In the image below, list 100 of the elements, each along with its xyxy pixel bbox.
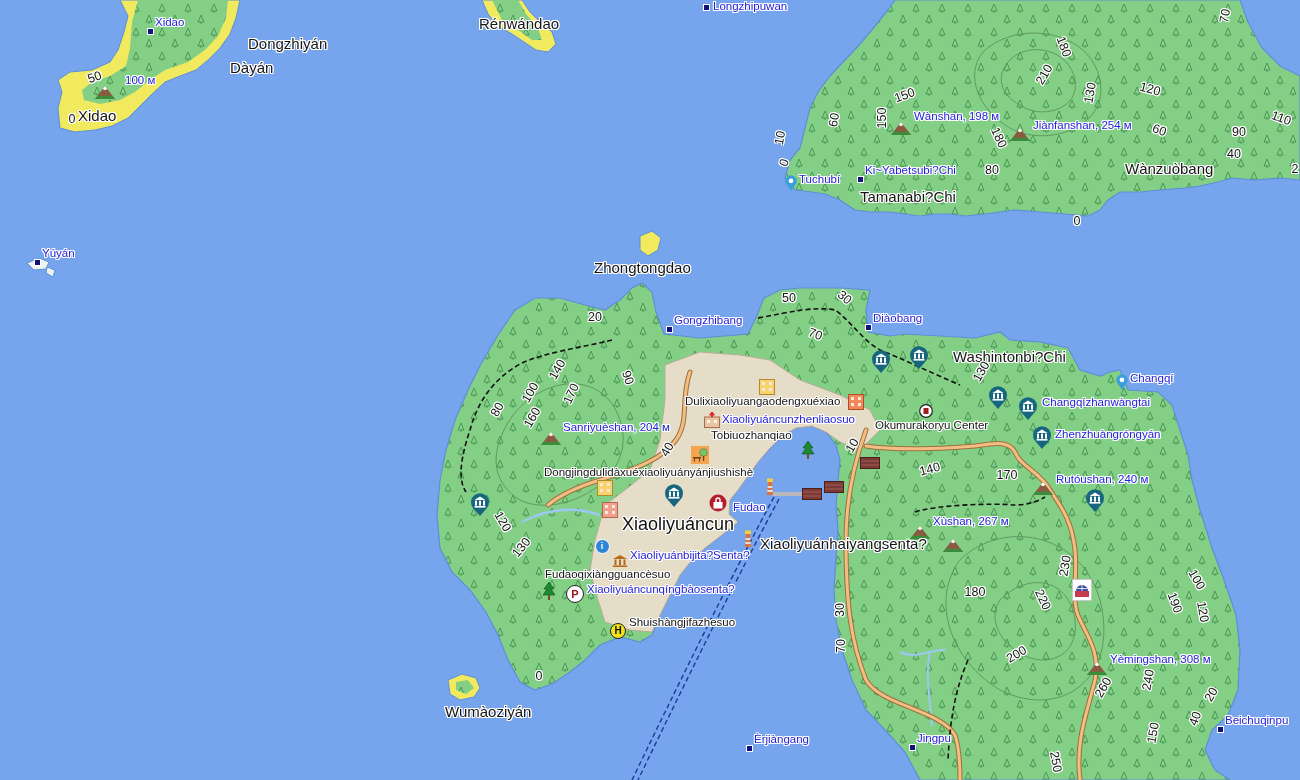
place-name: Èrjiàngang bbox=[754, 733, 809, 747]
place-name: Yúyán bbox=[42, 247, 75, 261]
contour-label: 2 bbox=[1291, 163, 1299, 177]
museum-pin-icon bbox=[470, 492, 490, 516]
contour-label: 240 bbox=[1140, 668, 1158, 692]
contour-label: 120 bbox=[1193, 600, 1211, 624]
place-name: Jingpu bbox=[917, 732, 951, 746]
square-marker-icon bbox=[908, 743, 916, 751]
lighthouse-icon bbox=[764, 477, 776, 495]
poi-label: Zhenzhuàngróngyán bbox=[1055, 428, 1161, 442]
mountain-icon bbox=[1010, 127, 1030, 141]
contour-label: 70 bbox=[835, 639, 849, 653]
contour-label: 30 bbox=[834, 288, 854, 308]
square-marker-icon bbox=[1216, 725, 1224, 733]
peak-label: Sanriyuèshan, 204 м bbox=[563, 421, 670, 435]
poi-label: Shuishàngjifazhesuo bbox=[629, 616, 736, 630]
square-marker-icon bbox=[745, 744, 753, 752]
place-name: Xidao bbox=[155, 16, 185, 30]
warehouse-icon bbox=[824, 481, 844, 493]
contour-label: 80 bbox=[488, 400, 508, 420]
contour-label: 110 bbox=[1269, 109, 1293, 129]
poi-label: Fudao bbox=[733, 501, 766, 515]
mountain-icon bbox=[910, 525, 930, 539]
contour-label: 230 bbox=[1057, 554, 1075, 578]
contour-label: 40 bbox=[1187, 710, 1205, 728]
mountain-icon bbox=[891, 121, 911, 135]
contour-label: 0 bbox=[777, 157, 793, 169]
hospital-icon bbox=[704, 412, 720, 428]
building-icon bbox=[597, 480, 613, 496]
contour-label: 100 bbox=[519, 380, 543, 406]
place-name: Rénwándao bbox=[479, 15, 560, 33]
contour-label: 60 bbox=[827, 111, 843, 129]
museum-pin-icon bbox=[909, 345, 929, 369]
contour-label: 130 bbox=[1082, 81, 1100, 105]
place-name: Longzhipuwan bbox=[713, 0, 788, 14]
mountain-icon bbox=[943, 538, 963, 552]
tree-icon bbox=[543, 582, 555, 600]
place-name: Ki~Yabetsubi?Chi bbox=[865, 164, 956, 178]
peak-label: Wànshan, 198 м bbox=[914, 110, 1000, 124]
peak-label: Rutóushan, 240 м bbox=[1056, 473, 1149, 487]
place-name: Wumàoziyán bbox=[445, 703, 532, 721]
poi-label: Tobiuozhanqiao bbox=[711, 429, 792, 443]
peak-label: 100 м bbox=[125, 74, 156, 88]
contour-label: 170 bbox=[561, 381, 583, 407]
contour-label: 210 bbox=[1033, 62, 1057, 88]
poi-label: Changqízhanwàngtai bbox=[1042, 396, 1151, 410]
contour-label: 140 bbox=[918, 460, 942, 480]
square-marker-icon bbox=[864, 323, 872, 331]
poi-label: Okumurakoryu Center bbox=[875, 419, 989, 433]
contour-label: 20 bbox=[1202, 685, 1222, 705]
lighthouse-icon bbox=[742, 529, 754, 547]
mountain-icon bbox=[1087, 661, 1107, 675]
contour-label: 100 bbox=[1184, 567, 1208, 593]
contour-label: 140 bbox=[546, 357, 570, 383]
contour-label: 30 bbox=[834, 603, 848, 617]
museum-pin-icon bbox=[871, 349, 891, 373]
contour-label: 40 bbox=[1227, 148, 1241, 162]
contour-label: 0 bbox=[68, 113, 76, 127]
peak-label: Xùshan, 267 м bbox=[933, 515, 1009, 529]
contour-label: 260 bbox=[1092, 675, 1116, 701]
peak-label: Jiànfanshan, 254 м bbox=[1033, 119, 1132, 133]
building-icon bbox=[759, 379, 775, 395]
museum-icon bbox=[613, 555, 627, 567]
park-icon bbox=[691, 446, 709, 464]
observatory-icon bbox=[1072, 579, 1092, 601]
mountain-icon bbox=[95, 85, 115, 99]
poi-label: Xiaoliyuáncunzhenliaosuo bbox=[722, 413, 855, 427]
poi-label: Fudaoqixiàngguancèsuo bbox=[545, 568, 671, 582]
building-icon bbox=[848, 394, 864, 410]
contour-label: 180 bbox=[964, 586, 986, 600]
contour-label: 250 bbox=[1046, 750, 1064, 774]
contour-label: 220 bbox=[1031, 587, 1053, 613]
contour-label: 70 bbox=[1218, 7, 1234, 25]
mountain-icon bbox=[541, 431, 561, 445]
contour-label: 150 bbox=[892, 85, 918, 107]
padlock-icon bbox=[709, 494, 727, 512]
contour-label: 120 bbox=[490, 509, 514, 535]
contour-label: 50 bbox=[782, 292, 796, 306]
square-marker-icon bbox=[146, 27, 154, 35]
place-name: Tamanabi?Chi bbox=[860, 188, 956, 206]
museum-pin-icon bbox=[1085, 488, 1105, 512]
warehouse-icon bbox=[860, 457, 880, 469]
place-name: Zhongtongdao bbox=[594, 259, 691, 277]
contour-label: 40 bbox=[658, 440, 678, 460]
contour-label: 190 bbox=[1163, 590, 1185, 616]
contour-label: 90 bbox=[1232, 126, 1246, 140]
island bbox=[639, 230, 662, 257]
contour-label: 150 bbox=[1145, 721, 1163, 745]
square-marker-icon bbox=[33, 258, 41, 266]
museum-pin-icon bbox=[1032, 425, 1052, 449]
square-marker-icon bbox=[856, 175, 864, 183]
contour-label: 70 bbox=[806, 326, 824, 344]
place-name: Changqí bbox=[1130, 372, 1174, 386]
place-name: Xidao bbox=[78, 107, 117, 125]
place-name: Tuchubí bbox=[799, 173, 841, 187]
contour-label: 0 bbox=[1073, 215, 1081, 229]
contour-label: 80 bbox=[985, 164, 999, 178]
mountain-icon bbox=[1033, 481, 1053, 495]
contour-label: 120 bbox=[1138, 80, 1162, 100]
contour-label: 150 bbox=[876, 107, 890, 129]
